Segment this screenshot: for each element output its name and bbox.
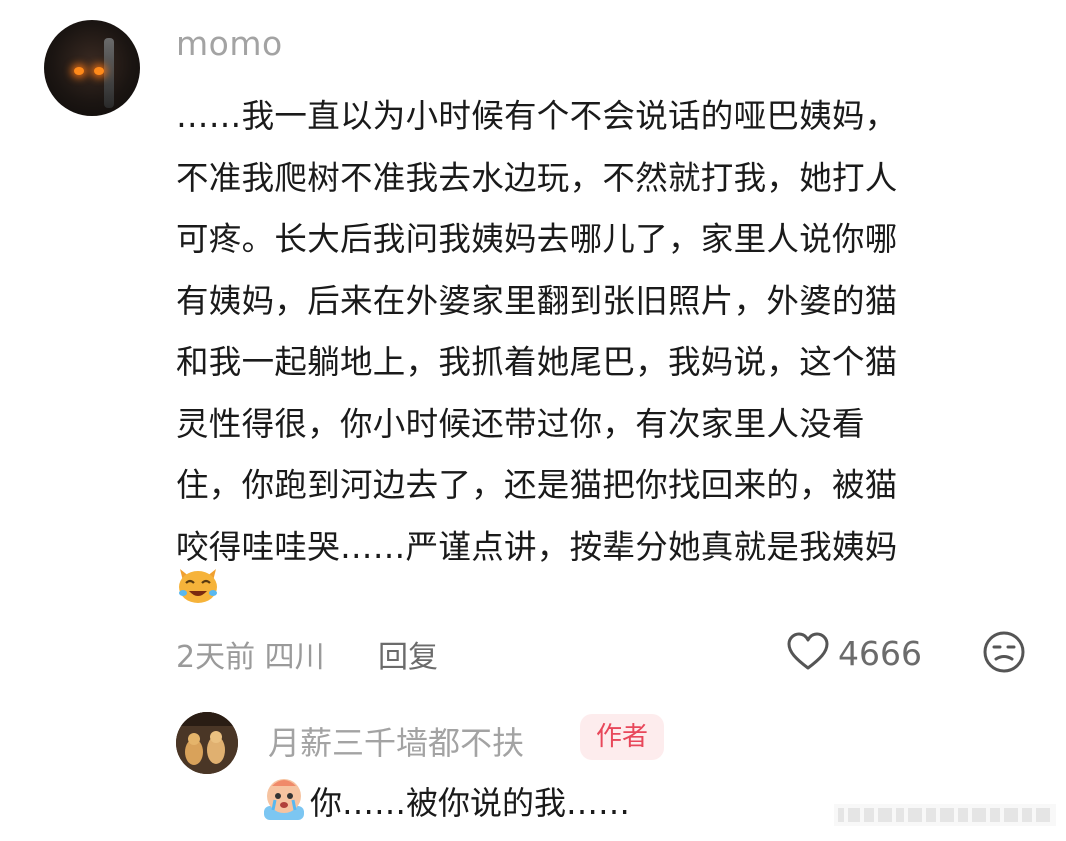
heart-icon[interactable] [786,632,830,672]
reply-username[interactable]: 月薪三千墙都不扶 [268,718,524,764]
comment-text-line: 和我一起躺地上，我抓着她尾巴，我妈说，这个猫 [176,343,898,381]
comment-text-line: 可疼。长大后我问我姨妈去哪儿了，家里人说你哪 [176,220,898,258]
watermark-logo-icon [834,804,1056,826]
comment-card: momo ……我一直以为小时候有个不会说话的哑巴姨妈， 不准我爬树不准我去水边玩… [0,0,1066,841]
comment-text: ……我一直以为小时候有个不会说话的哑巴姨妈， 不准我爬树不准我去水边玩，不然就打… [176,86,1016,578]
comment-time-location: 2天前 四川 [176,640,325,675]
avatar-pillar-decoration [104,38,114,108]
reply-button[interactable]: 回复 [378,632,438,676]
reply-text: 你……被你说的我…… [310,784,631,822]
comment-text-line: 住，你跑到河边去了，还是猫把你找回来的，被猫 [176,466,898,504]
user-avatar[interactable] [44,20,140,116]
comment-text-line: 灵性得很，你小时候还带过你，有次家里人没看 [176,404,865,443]
comment-username[interactable]: momo [176,24,283,63]
avatar-glowing-eye-left [74,67,84,75]
comment-text-line: 不准我爬树不准我去水边玩，不然就打我，她打人 [176,158,898,197]
avatar-glowing-eye-right [94,67,104,75]
cats-photo-icon [176,712,238,774]
like-count: 4666 [838,634,922,673]
comment-text-line: 有姨妈，后来在外婆家里翻到张旧照片，外婆的猫 [176,281,898,320]
author-badge: 作者 [580,714,664,760]
dislike-face-icon[interactable] [982,630,1026,674]
comment-text-line: ……我一直以为小时候有个不会说话的哑巴姨妈， [176,97,898,135]
laughing-crying-cat-icon [179,569,217,603]
comment-text-line: 咬得哇哇哭……严谨点讲，按辈分她真就是我姨妈 [176,527,898,566]
reply-user-avatar[interactable] [176,712,238,774]
crying-face-icon [264,779,304,820]
